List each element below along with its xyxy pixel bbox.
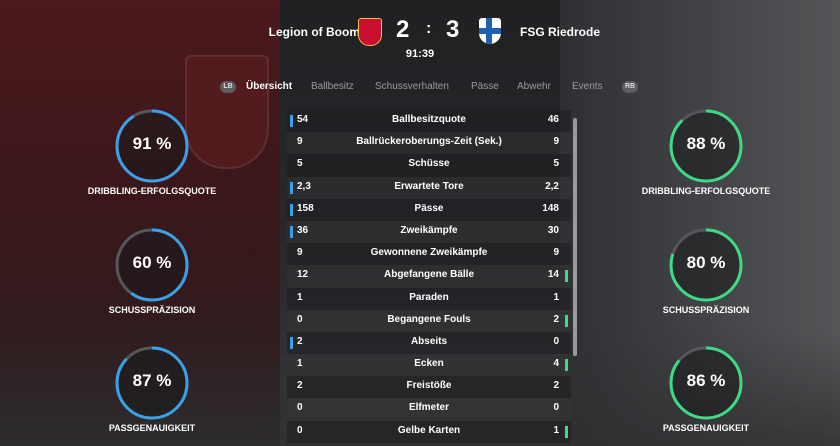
- ring-label: SCHUSSPRÄZISION: [108, 305, 196, 315]
- home-score: 2: [396, 16, 410, 43]
- stat-row: 2 Freistöße 2: [287, 376, 571, 399]
- ring-value: 80 %: [686, 253, 726, 272]
- ring-label: SCHUSSPRÄZISION: [662, 305, 750, 315]
- stat-away-value: 2: [553, 380, 559, 392]
- away-ring-gauge: 86 %: [668, 345, 744, 421]
- match-clock: 91:39: [405, 48, 435, 60]
- ring-value: 88 %: [686, 134, 726, 153]
- stat-row: 0 Begangene Fouls 2: [287, 309, 571, 332]
- stat-row: 54 Ballbesitzquote 46: [287, 110, 571, 133]
- ring-label: PASSGENAUIGKEIT: [662, 423, 750, 433]
- stat-row: 1 Paraden 1: [287, 287, 571, 310]
- stat-label: Ballrückeroberungs-Zeit (Sek.): [356, 136, 502, 148]
- stat-row: 9 Ballrückeroberungs-Zeit (Sek.) 9: [287, 132, 571, 155]
- stat-away-value: 46: [547, 114, 559, 125]
- away-ring-gauge: 80 %: [668, 227, 744, 303]
- stats-table: 5 4 Ballbesitzquote 46 9 Ballrückeroberungs-Z…: [287, 110, 571, 443]
- score-separator: :: [426, 20, 432, 37]
- home-ring-gauge: 60 %: [114, 227, 190, 303]
- tab-possession[interactable]: Ballbesitz: [311, 81, 354, 92]
- stat-away-value: 1: [553, 291, 559, 303]
- stat-label: Abseits: [410, 335, 448, 347]
- away-club-crest-icon: [479, 18, 501, 44]
- stat-label: Schüsse: [408, 158, 450, 170]
- ring-value: 87 %: [132, 371, 172, 390]
- stat-label: Gewonnene Zweikämpfe: [370, 247, 488, 259]
- stat-away-value: 1: [553, 424, 559, 436]
- stat-label: Gelbe Karten: [397, 424, 461, 436]
- ring-label: DRIBBLING-ERFOLGSQUOTE: [87, 186, 217, 196]
- stat-label: Abgefangene Bälle: [383, 269, 475, 281]
- stat-row: 5 Schüsse 5: [287, 154, 571, 177]
- ring-label: DRIBBLING-ERFOLGSQUOTE: [641, 186, 771, 196]
- stats-tab-bar: LB Übersicht Ballbesitz Schussverhalten …: [0, 80, 840, 96]
- ring-value: 91 %: [132, 134, 172, 153]
- stat-label: Pässe: [414, 202, 444, 214]
- stat-away-value: 5: [553, 158, 559, 170]
- stat-row: 2,3 Erwartete Tore 2,2: [287, 176, 571, 199]
- stat-away-value: 9: [553, 247, 559, 259]
- home-ring-gauge: 87 %: [114, 345, 190, 421]
- stat-away-value: 30: [547, 224, 559, 236]
- stat-label: Paraden: [409, 291, 449, 303]
- stat-row: 0 Elfmeter 0: [287, 398, 571, 421]
- stat-away-value: 9: [553, 136, 559, 148]
- stat-away-value: 0: [553, 402, 559, 414]
- tab-defence[interactable]: Abwehr: [517, 81, 551, 92]
- home-team-name: Legion of Boom: [268, 25, 360, 39]
- stat-away-value: 4: [553, 358, 559, 370]
- tab-events[interactable]: Events: [572, 81, 603, 92]
- stat-row: 1 Ecken 4: [287, 354, 571, 377]
- tab-shooting[interactable]: Schussverhalten: [375, 81, 449, 92]
- stat-away-value: 14: [547, 269, 559, 281]
- stat-label: Zweikämpfe: [400, 224, 458, 236]
- stat-row: 0 Gelbe Karten 1: [287, 420, 571, 443]
- stats-scrollbar[interactable]: [573, 118, 577, 356]
- rb-button-icon[interactable]: RB: [622, 81, 638, 93]
- home-club-crest-icon: [358, 18, 382, 46]
- away-score: 3: [446, 16, 460, 43]
- stat-label: Elfmeter: [408, 402, 449, 414]
- stat-away-value: 2: [553, 313, 559, 325]
- ring-value: 86 %: [686, 371, 726, 390]
- scrollbar-thumb[interactable]: [573, 118, 577, 356]
- stat-row: 2 Abseits 0: [287, 331, 571, 355]
- stat-row: 9 Gewonnene Zweikämpfe 9: [287, 243, 571, 266]
- stat-away-value: 148: [542, 202, 559, 214]
- stat-label: Erwartete Tore: [394, 180, 464, 192]
- away-ring-gauge: 88 %: [668, 108, 744, 184]
- stat-label: Ballbesitzquote: [392, 114, 466, 125]
- lb-button-icon[interactable]: LB: [220, 81, 236, 93]
- ring-label: PASSGENAUIGKEIT: [108, 423, 196, 433]
- home-ring-gauge: 91 %: [114, 108, 190, 184]
- tab-overview[interactable]: Übersicht: [246, 81, 292, 92]
- ring-value: 60 %: [132, 253, 172, 272]
- stat-away-value: 0: [553, 335, 559, 347]
- stat-label: Freistöße: [406, 380, 452, 392]
- stat-label: Ecken: [414, 358, 444, 370]
- stat-row: 12 Abgefangene Bälle 14: [287, 265, 571, 288]
- stat-row: 36 Zweikämpfe 30: [287, 220, 571, 244]
- scoreboard: Legion of Boom 2 : 3 FSG Riedrode 91:39: [0, 14, 840, 64]
- tab-passes[interactable]: Pässe: [471, 81, 499, 92]
- stat-label: Begangene Fouls: [387, 313, 471, 325]
- away-team-name: FSG Riedrode: [520, 25, 601, 39]
- stat-away-value: 2,2: [545, 180, 559, 192]
- stat-row: 158 Pässe 148: [287, 198, 571, 221]
